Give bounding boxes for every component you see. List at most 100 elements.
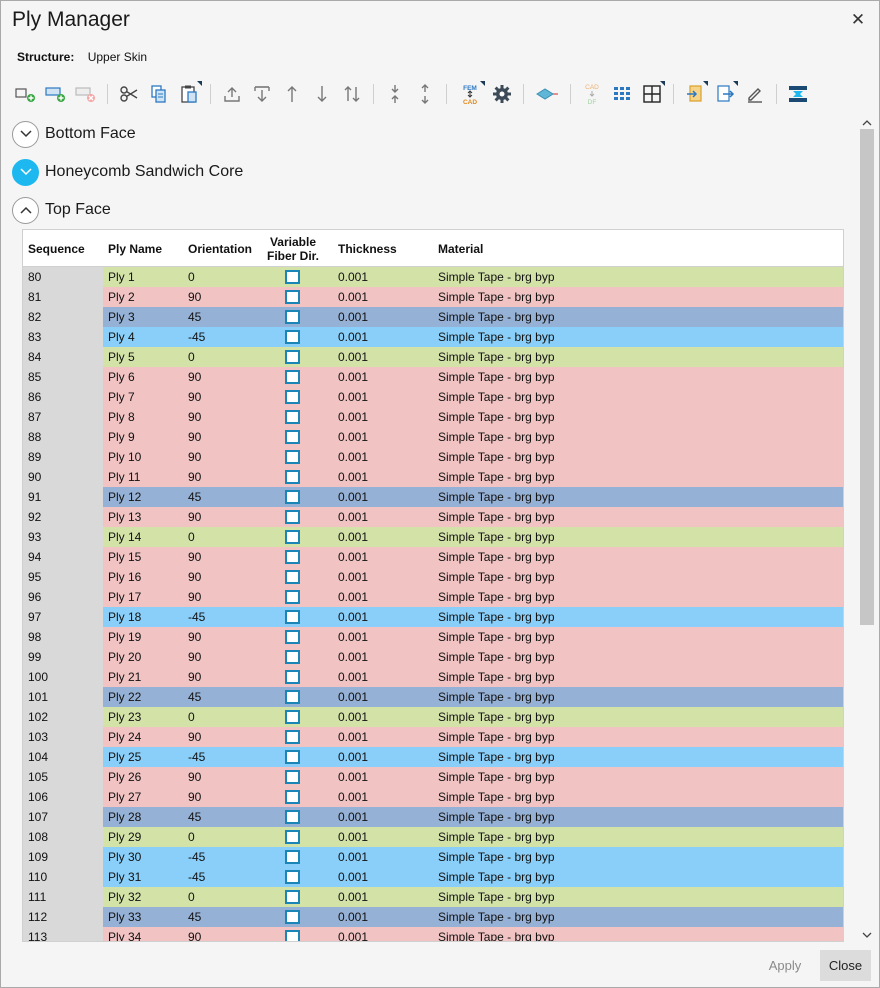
variable-fiber-checkbox[interactable] — [285, 790, 300, 804]
variable-fiber-checkbox[interactable] — [285, 590, 300, 604]
cell-orientation[interactable]: 90 — [188, 587, 201, 607]
section-bottom-face[interactable]: Bottom Face — [12, 120, 136, 148]
cell-ply-name[interactable]: Ply 33 — [108, 907, 141, 927]
close-icon[interactable]: ✕ — [847, 9, 869, 31]
cell-ply-name[interactable]: Ply 9 — [108, 427, 135, 447]
cell-ply-name[interactable]: Ply 1 — [108, 267, 135, 287]
cell-thickness[interactable]: 0.001 — [338, 707, 368, 727]
cell-orientation[interactable]: 90 — [188, 547, 201, 567]
cell-sequence[interactable]: 102 — [23, 707, 103, 727]
cell-material[interactable]: Simple Tape - brg byp — [438, 347, 555, 367]
copy-icon[interactable] — [146, 81, 172, 107]
cell-orientation[interactable]: 90 — [188, 567, 201, 587]
cell-material[interactable]: Simple Tape - brg byp — [438, 387, 555, 407]
cell-ply-name[interactable]: Ply 20 — [108, 647, 141, 667]
cell-sequence[interactable]: 89 — [23, 447, 103, 467]
variable-fiber-checkbox[interactable] — [285, 850, 300, 864]
cell-sequence[interactable]: 104 — [23, 747, 103, 767]
cell-orientation[interactable]: 90 — [188, 427, 201, 447]
table-row[interactable]: 87 Ply 8 90 0.001 Simple Tape - brg byp — [23, 407, 843, 427]
cell-orientation[interactable]: 90 — [188, 667, 201, 687]
cell-ply-name[interactable]: Ply 27 — [108, 787, 141, 807]
cell-thickness[interactable]: 0.001 — [338, 347, 368, 367]
variable-fiber-checkbox[interactable] — [285, 930, 300, 941]
cell-sequence[interactable]: 107 — [23, 807, 103, 827]
cell-thickness[interactable]: 0.001 — [338, 447, 368, 467]
cell-thickness[interactable]: 0.001 — [338, 407, 368, 427]
cell-orientation[interactable]: 90 — [188, 627, 201, 647]
cell-material[interactable]: Simple Tape - brg byp — [438, 427, 555, 447]
cell-thickness[interactable]: 0.001 — [338, 367, 368, 387]
table-row[interactable]: 92 Ply 13 90 0.001 Simple Tape - brg byp — [23, 507, 843, 527]
table-row[interactable]: 99 Ply 20 90 0.001 Simple Tape - brg byp — [23, 647, 843, 667]
cell-orientation[interactable]: 0 — [188, 827, 195, 847]
variable-fiber-checkbox[interactable] — [285, 810, 300, 824]
cell-thickness[interactable]: 0.001 — [338, 827, 368, 847]
cell-orientation[interactable]: 90 — [188, 507, 201, 527]
cell-orientation[interactable]: 0 — [188, 527, 195, 547]
variable-fiber-checkbox[interactable] — [285, 430, 300, 444]
table-row[interactable]: 84 Ply 5 0 0.001 Simple Tape - brg byp — [23, 347, 843, 367]
variable-fiber-checkbox[interactable] — [285, 450, 300, 464]
table-row[interactable]: 94 Ply 15 90 0.001 Simple Tape - brg byp — [23, 547, 843, 567]
table-row[interactable]: 108 Ply 29 0 0.001 Simple Tape - brg byp — [23, 827, 843, 847]
cell-ply-name[interactable]: Ply 5 — [108, 347, 135, 367]
cell-sequence[interactable]: 84 — [23, 347, 103, 367]
cell-orientation[interactable]: 90 — [188, 287, 201, 307]
cell-orientation[interactable]: 90 — [188, 727, 201, 747]
cell-orientation[interactable]: 0 — [188, 887, 195, 907]
cell-material[interactable]: Simple Tape - brg byp — [438, 667, 555, 687]
cell-thickness[interactable]: 0.001 — [338, 587, 368, 607]
move-down-icon[interactable] — [309, 81, 335, 107]
cell-sequence[interactable]: 86 — [23, 387, 103, 407]
cell-thickness[interactable]: 0.001 — [338, 667, 368, 687]
cell-sequence[interactable]: 92 — [23, 507, 103, 527]
move-up-icon[interactable] — [279, 81, 305, 107]
header-ply-name[interactable]: Ply Name — [108, 230, 162, 267]
cell-ply-name[interactable]: Ply 14 — [108, 527, 141, 547]
table-row[interactable]: 109 Ply 30 -45 0.001 Simple Tape - brg byp — [23, 847, 843, 867]
cell-ply-name[interactable]: Ply 12 — [108, 487, 141, 507]
cell-orientation[interactable]: 0 — [188, 707, 195, 727]
cell-orientation[interactable]: 45 — [188, 687, 201, 707]
cell-orientation[interactable]: 90 — [188, 647, 201, 667]
variable-fiber-checkbox[interactable] — [285, 730, 300, 744]
cell-thickness[interactable]: 0.001 — [338, 747, 368, 767]
cell-thickness[interactable]: 0.001 — [338, 427, 368, 447]
table-row[interactable]: 93 Ply 14 0 0.001 Simple Tape - brg byp — [23, 527, 843, 547]
scroll-thumb[interactable] — [860, 129, 874, 625]
cell-orientation[interactable]: -45 — [188, 607, 205, 627]
cell-thickness[interactable]: 0.001 — [338, 467, 368, 487]
insert-ply-icon[interactable] — [43, 81, 69, 107]
cell-orientation[interactable]: 90 — [188, 407, 201, 427]
table-row[interactable]: 81 Ply 2 90 0.001 Simple Tape - brg byp — [23, 287, 843, 307]
cell-orientation[interactable]: 90 — [188, 387, 201, 407]
cell-thickness[interactable]: 0.001 — [338, 907, 368, 927]
cell-thickness[interactable]: 0.001 — [338, 267, 368, 287]
vertical-scrollbar[interactable] — [859, 113, 875, 945]
variable-fiber-checkbox[interactable] — [285, 550, 300, 564]
cell-ply-name[interactable]: Ply 2 — [108, 287, 135, 307]
cell-material[interactable]: Simple Tape - brg byp — [438, 327, 555, 347]
variable-fiber-checkbox[interactable] — [285, 650, 300, 664]
header-variable-fiber-dir[interactable]: Variable Fiber Dir. — [263, 230, 323, 267]
table-row[interactable]: 86 Ply 7 90 0.001 Simple Tape - brg byp — [23, 387, 843, 407]
apply-button[interactable]: Apply — [753, 950, 817, 981]
variable-fiber-checkbox[interactable] — [285, 690, 300, 704]
cell-material[interactable]: Simple Tape - brg byp — [438, 827, 555, 847]
variable-fiber-checkbox[interactable] — [285, 470, 300, 484]
header-thickness[interactable]: Thickness — [338, 230, 397, 267]
cell-material[interactable]: Simple Tape - brg byp — [438, 647, 555, 667]
table-row[interactable]: 85 Ply 6 90 0.001 Simple Tape - brg byp — [23, 367, 843, 387]
cell-material[interactable]: Simple Tape - brg byp — [438, 807, 555, 827]
variable-fiber-checkbox[interactable] — [285, 830, 300, 844]
cell-sequence[interactable]: 97 — [23, 607, 103, 627]
table-row[interactable]: 102 Ply 23 0 0.001 Simple Tape - brg byp — [23, 707, 843, 727]
cell-ply-name[interactable]: Ply 26 — [108, 767, 141, 787]
cell-orientation[interactable]: 90 — [188, 767, 201, 787]
table-row[interactable]: 82 Ply 3 45 0.001 Simple Tape - brg byp — [23, 307, 843, 327]
ply-direction-icon[interactable] — [532, 81, 562, 107]
chevron-up-icon[interactable] — [12, 196, 39, 224]
variable-fiber-checkbox[interactable] — [285, 610, 300, 624]
cell-ply-name[interactable]: Ply 29 — [108, 827, 141, 847]
